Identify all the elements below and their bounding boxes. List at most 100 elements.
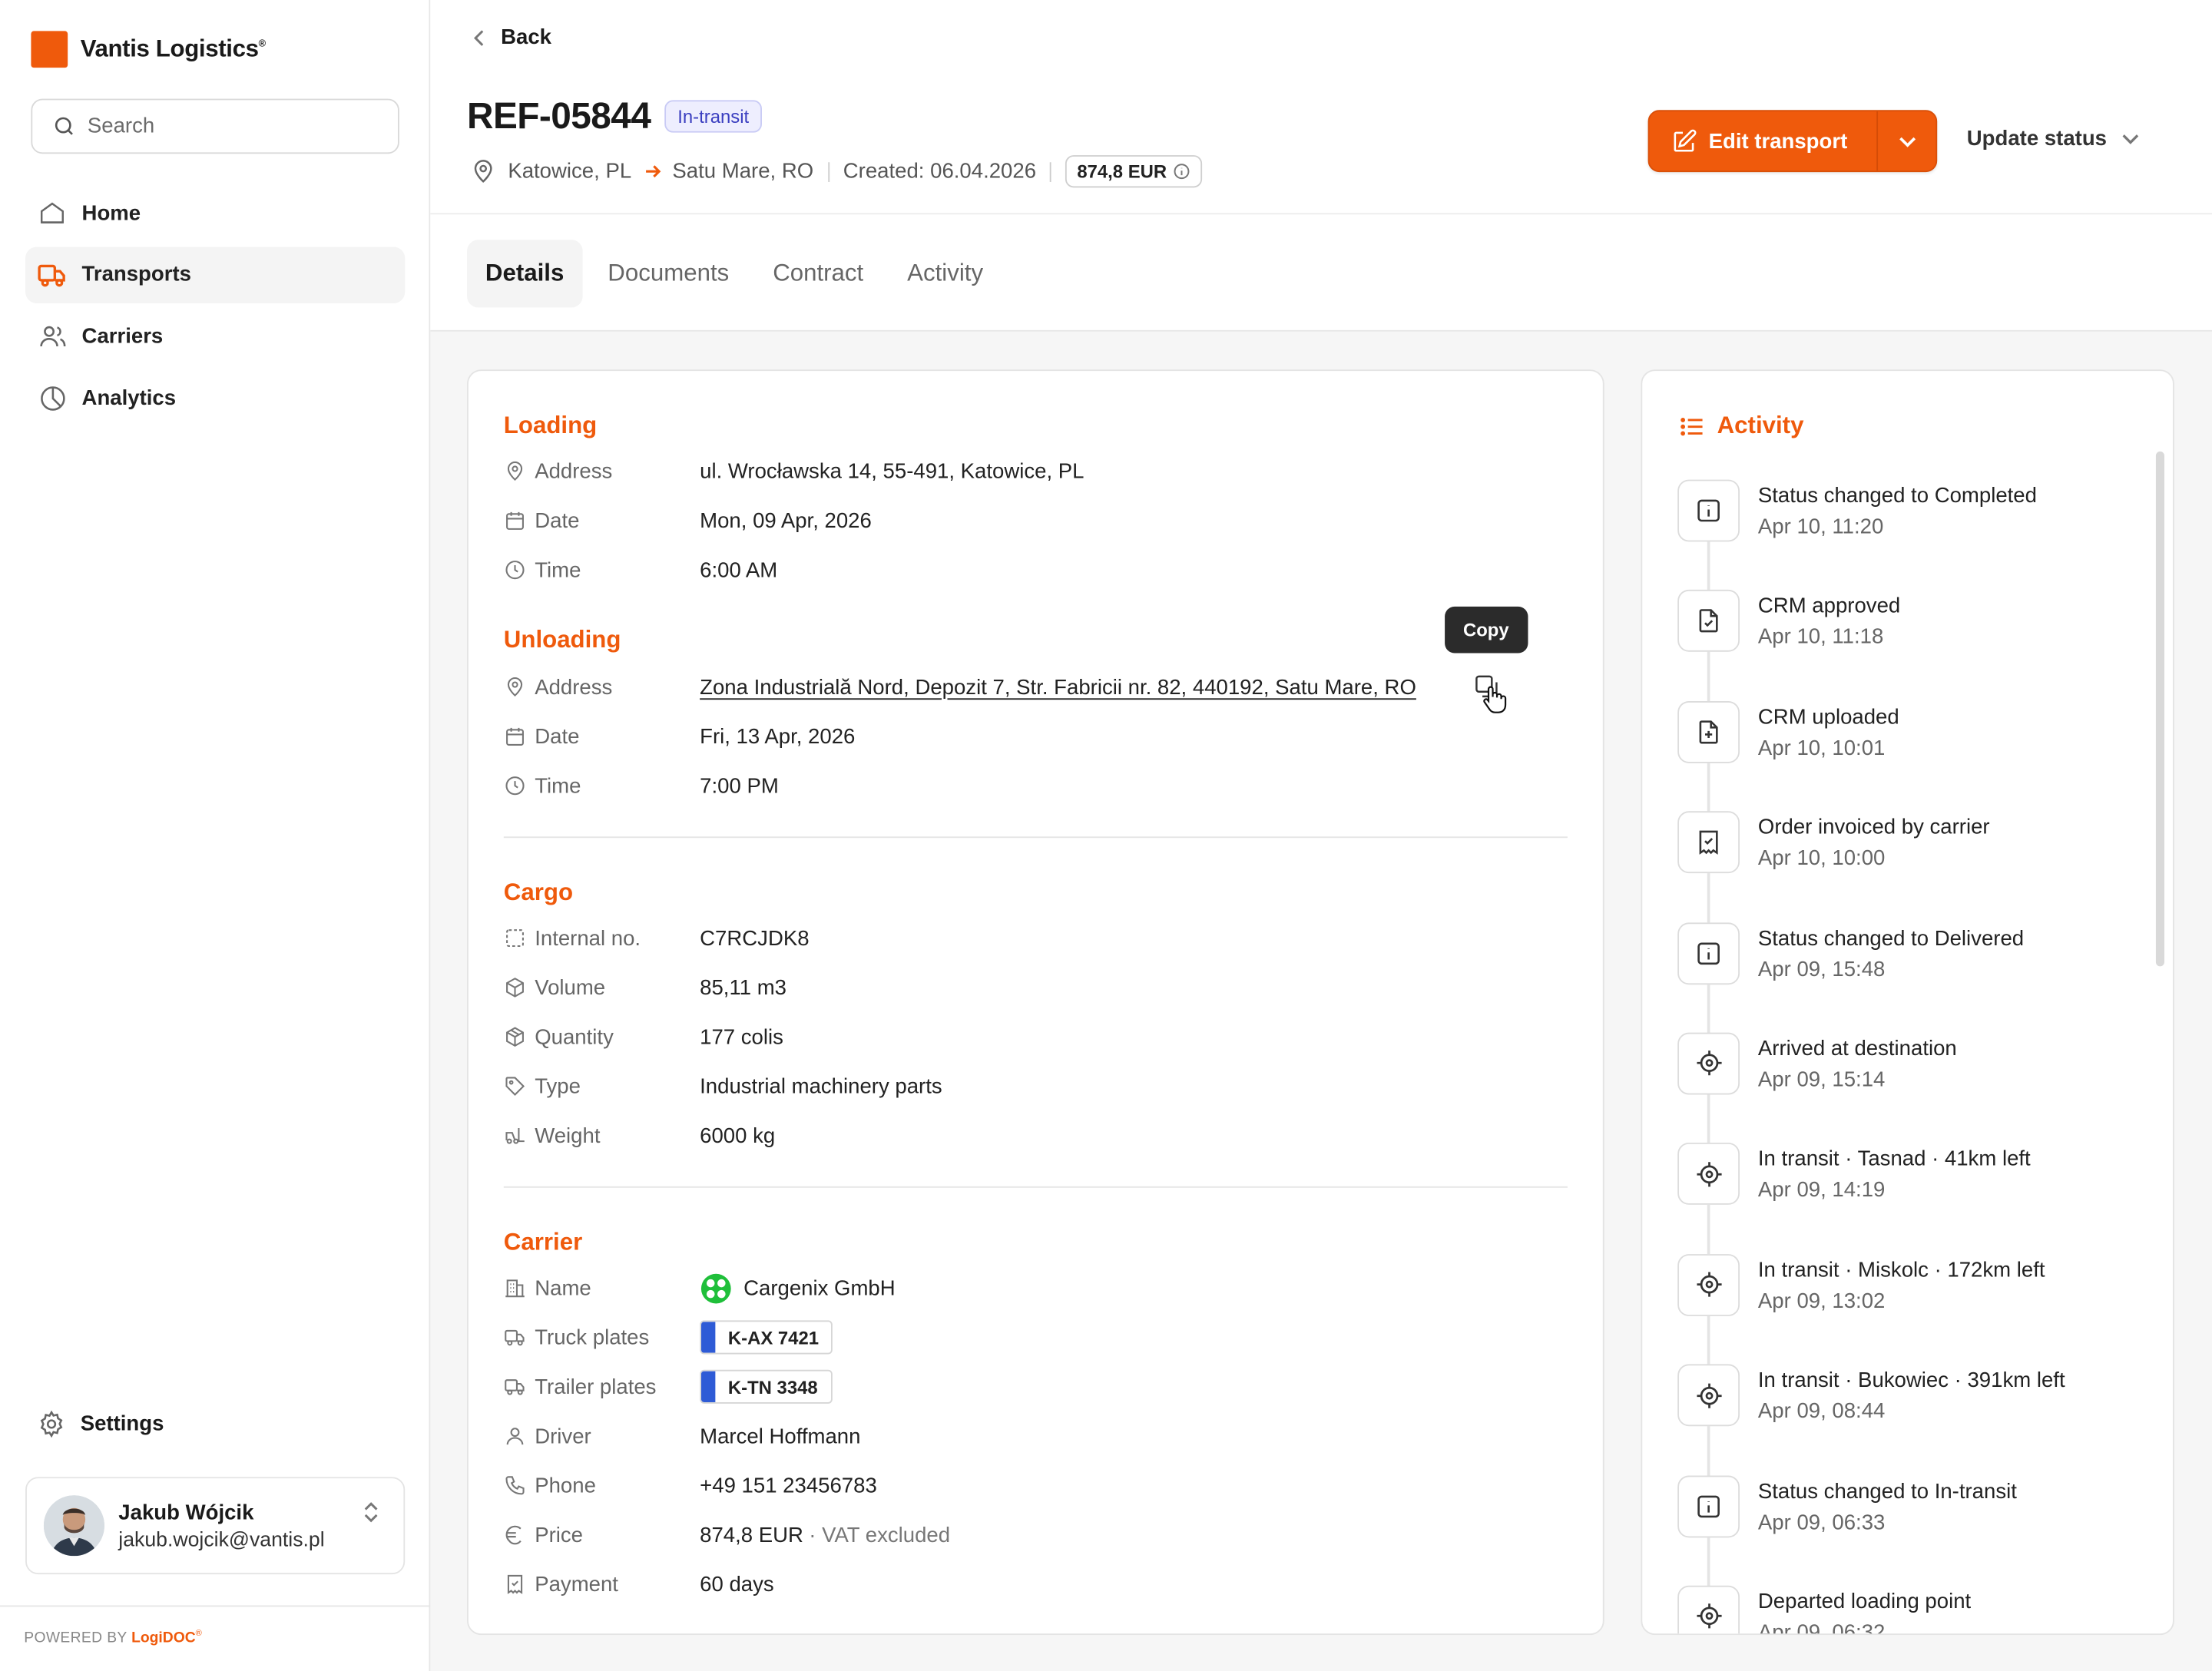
- info-icon: [1694, 1492, 1723, 1520]
- powered-by-label: POWERED BY: [24, 1629, 127, 1646]
- powered-by-brand: LogiDOC: [131, 1629, 196, 1646]
- phone-icon: [504, 1474, 526, 1497]
- sidebar-item-analytics[interactable]: Analytics: [25, 369, 405, 425]
- activity-text: CRM approved: [1757, 594, 1901, 619]
- activity-date: Apr 10, 11:20: [1757, 515, 1884, 539]
- created-date: Created: 06.04.2026: [843, 159, 1037, 184]
- update-status-dropdown[interactable]: Update status: [1967, 127, 2141, 151]
- tab-details[interactable]: Details: [467, 240, 583, 308]
- unloading-address-link[interactable]: Zona Industrială Nord, Depozit 7, Str. F…: [700, 675, 1416, 699]
- route-destination: Satu Mare, RO: [672, 159, 814, 184]
- activity-text: In transit · Bukowiec · 391km left: [1757, 1368, 2065, 1393]
- activity-icon-box: [1677, 922, 1740, 984]
- info-icon: [1172, 162, 1190, 180]
- activity-icon-box: [1677, 479, 1740, 542]
- search-icon: [52, 114, 76, 138]
- section-title-cargo: Cargo: [503, 879, 574, 906]
- activity-item: In transit · Miskolc · 172km left Apr 09,…: [1677, 1253, 2143, 1365]
- calendar-icon: [504, 725, 526, 747]
- carrier-driver: Marcel Hoffmann: [700, 1424, 861, 1448]
- info-icon: [1694, 939, 1723, 968]
- loading-date: Mon, 09 Apr, 2026: [700, 508, 872, 533]
- sidebar-item-home[interactable]: Home: [25, 185, 405, 241]
- building-icon: [504, 1276, 526, 1299]
- map-pin-icon: [504, 676, 526, 698]
- carrier-payment-row: Payment 60 days: [504, 1570, 774, 1599]
- timeline-connector: [1707, 1094, 1710, 1144]
- clock-icon: [504, 558, 526, 581]
- search-box[interactable]: [31, 98, 399, 154]
- sidebar-item-carriers[interactable]: Carriers: [25, 308, 405, 364]
- activity-panel: Activity Status changed to Completed Apr …: [1641, 369, 2174, 1636]
- activity-item: Arrived at destination Apr 09, 15:14: [1677, 1032, 2143, 1144]
- activity-text: Status changed to Completed: [1757, 484, 2037, 508]
- brand[interactable]: Vantis Logistics®: [31, 31, 266, 68]
- activity-scrollbar[interactable]: [2155, 451, 2164, 967]
- section-title-unloading: Unloading: [503, 626, 621, 654]
- cargo-volume: 85,11 m3: [700, 975, 787, 1000]
- carrier-phone-row: Phone +49 151 23456783: [504, 1471, 877, 1500]
- sidebar: Vantis Logistics® Home Transports: [0, 0, 431, 1671]
- vat-note: · VAT excluded: [809, 1523, 951, 1547]
- activity-date: Apr 10, 10:01: [1757, 736, 1886, 760]
- locate-icon: [1694, 1381, 1724, 1411]
- receipt-check-icon: [504, 1573, 526, 1595]
- field-label: Trailer plates: [535, 1375, 657, 1399]
- field-label: Quantity: [535, 1024, 614, 1049]
- scan-frame-icon: [504, 927, 526, 949]
- divider: [503, 836, 1568, 839]
- sidebar-item-label: Transports: [81, 263, 191, 287]
- copy-tooltip: Copy: [1445, 606, 1528, 654]
- sidebar-item-label: Carriers: [81, 324, 164, 349]
- unloading-time-row: Time 7:00 PM: [504, 772, 779, 800]
- tab-activity[interactable]: Activity: [889, 240, 1002, 307]
- route-summary: Katowice, PL Satu Mare, RO Created: 06.0…: [470, 155, 1203, 188]
- activity-icon-box: [1677, 1364, 1740, 1427]
- unloading-date-row: Date Fri, 13 Apr, 2026: [504, 723, 855, 751]
- sidebar-item-transports[interactable]: Transports: [25, 246, 406, 303]
- edit-transport-dropdown-button[interactable]: [1878, 134, 1936, 147]
- timeline-connector: [1707, 763, 1710, 812]
- tab-documents[interactable]: Documents: [589, 240, 747, 307]
- cargo-type: Industrial machinery parts: [700, 1074, 942, 1099]
- truck-icon: [504, 1326, 526, 1348]
- field-label: Time: [535, 558, 581, 582]
- activity-timeline: Status changed to Completed Apr 10, 11:20…: [1677, 479, 2143, 1634]
- activity-item: CRM uploaded Apr 10, 10:01: [1677, 700, 2143, 812]
- brand-name: Vantis Logistics: [80, 35, 259, 62]
- cargo-volume-row: Volume 85,11 m3: [504, 974, 786, 1002]
- powered-by-registered-mark: ®: [195, 1630, 203, 1639]
- activity-date: Apr 09, 15:14: [1757, 1067, 1886, 1092]
- activity-icon-box: [1677, 700, 1740, 763]
- activity-icon-box: [1677, 1143, 1740, 1206]
- user-name: Jakub Wójcik: [118, 1500, 254, 1524]
- cargo-type-row: Type Industrial machinery parts: [504, 1072, 942, 1100]
- back-button[interactable]: Back: [472, 25, 551, 49]
- activity-date: Apr 09, 06:33: [1757, 1510, 1886, 1534]
- powered-by: POWERED BY LogiDOC®: [0, 1605, 431, 1646]
- divider: [430, 213, 2212, 215]
- loading-address: ul. Wrocławska 14, 55-491, Katowice, PL: [700, 458, 1084, 484]
- edit-transport-button[interactable]: Edit transport: [1649, 111, 1879, 171]
- license-plate: K-TN 3348: [700, 1369, 833, 1404]
- activity-date: Apr 09, 15:48: [1757, 957, 1886, 981]
- package-icon: [504, 1025, 526, 1047]
- file-check-icon: [1694, 607, 1723, 636]
- back-label: Back: [501, 25, 552, 50]
- loading-address-row: Address ul. Wrocławska 14, 55-491, Katow…: [504, 457, 1084, 485]
- trailer-icon: [504, 1375, 526, 1398]
- edit-transport-button-group: Edit transport: [1647, 110, 1938, 173]
- map-pin-icon: [504, 460, 526, 482]
- sidebar-item-settings[interactable]: Settings: [37, 1409, 164, 1439]
- user-icon: [504, 1424, 526, 1447]
- user-account-switcher[interactable]: Jakub Wójcik jakub.wojcik@vantis.pl: [25, 1477, 406, 1575]
- price-chip[interactable]: 874,8 EUR: [1065, 155, 1203, 188]
- search-input[interactable]: [87, 114, 370, 139]
- unloading-time: 7:00 PM: [700, 773, 779, 798]
- field-label: Time: [535, 773, 581, 798]
- activity-icon-box: [1677, 1032, 1740, 1095]
- sidebar-nav: Home Transports Carriers Analytics: [25, 185, 406, 432]
- tab-contract[interactable]: Contract: [754, 240, 882, 307]
- field-label: Name: [535, 1276, 591, 1300]
- field-label: Weight: [535, 1123, 601, 1148]
